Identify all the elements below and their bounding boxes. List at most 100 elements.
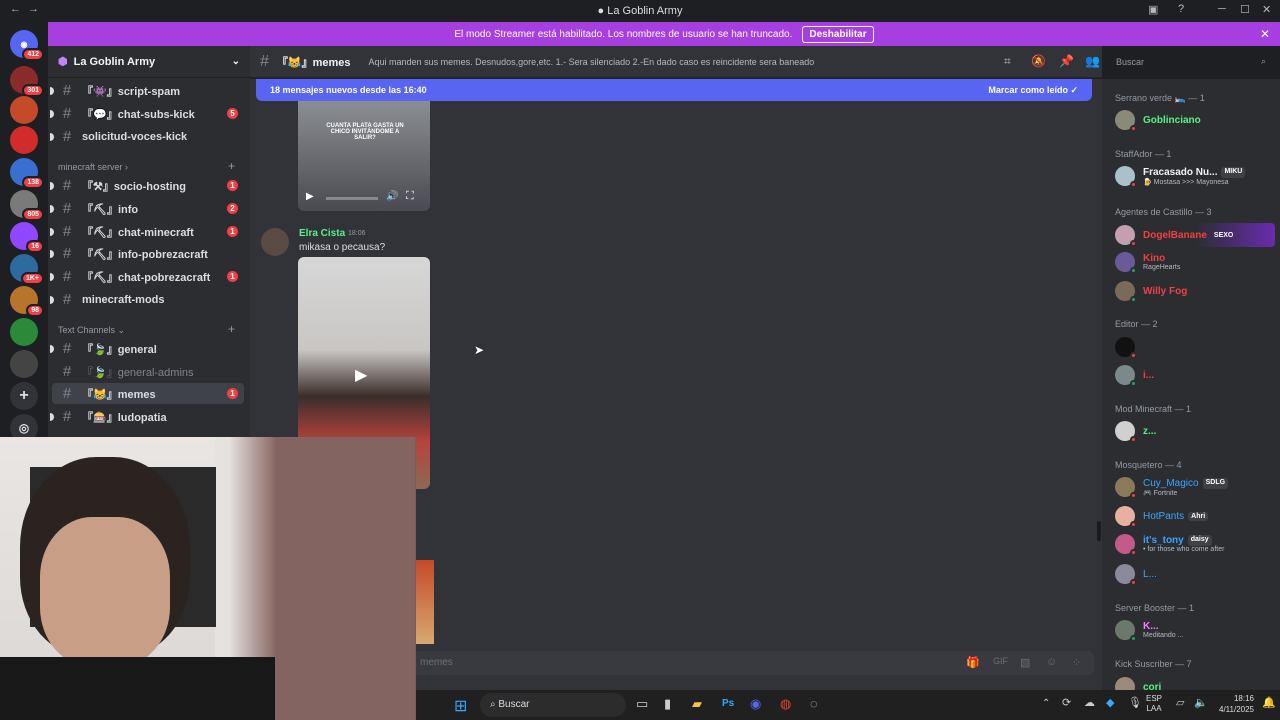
member-item[interactable]: Fracasado Nu... MIKU 🍺 Mostasa >>> Mayones… bbox=[1115, 166, 1246, 188]
microphone-icon[interactable]: 🎙 bbox=[1128, 696, 1142, 709]
member-item[interactable]: it's_tony daisy • for those who come after bbox=[1115, 534, 1224, 556]
volume-icon[interactable]: 🔊 bbox=[386, 191, 398, 202]
channel-item[interactable]: # 『⚒』socio-hosting 1 bbox=[50, 175, 244, 196]
channel-item[interactable]: # 『🍃』general-admins bbox=[52, 361, 244, 382]
threads-icon[interactable]: ⌗ bbox=[1004, 54, 1011, 69]
member-item[interactable]: K... Meditando ... bbox=[1115, 620, 1183, 642]
member-item[interactable]: i... bbox=[1115, 365, 1154, 387]
member-item[interactable]: z... bbox=[1115, 421, 1156, 443]
pin-icon[interactable]: 📌 bbox=[1059, 54, 1074, 68]
mark-as-read-button[interactable]: Marcar como leído ✓ bbox=[988, 85, 1078, 96]
fullscreen-icon[interactable]: ⛶ bbox=[406, 190, 414, 203]
apps-icon[interactable]: ⁘ bbox=[1072, 656, 1081, 669]
member-item[interactable]: Cuy_Magico SDLG 🎮 Fortnite bbox=[1115, 477, 1229, 499]
channel-item[interactable]: # 『⛏』info 2 bbox=[50, 198, 244, 219]
cloud-icon[interactable]: ☁ bbox=[1084, 696, 1095, 709]
direct-messages-icon[interactable]: ◉ 412 bbox=[10, 30, 44, 61]
task-view-icon[interactable]: ▭ bbox=[636, 696, 648, 712]
gif-icon[interactable]: GIF bbox=[993, 656, 1008, 666]
obs-icon[interactable]: ◌ bbox=[810, 696, 818, 711]
channel-item[interactable]: # 『⛏』chat-pobrezacraft 1 bbox=[50, 266, 244, 287]
channel-item[interactable]: # solicitud-voces-kick bbox=[50, 126, 244, 147]
server-icon[interactable] bbox=[10, 96, 38, 124]
app-icon[interactable]: ▮ bbox=[664, 696, 671, 712]
taskbar-search[interactable]: ⌕ Buscar bbox=[480, 693, 626, 717]
member-item[interactable]: L... bbox=[1115, 564, 1157, 586]
chevron-down-icon[interactable]: ⌄ bbox=[232, 56, 240, 67]
sync-icon[interactable]: ⟳ bbox=[1062, 696, 1071, 709]
unread-indicator bbox=[50, 181, 54, 190]
member-item[interactable]: Goblinciano bbox=[1115, 110, 1201, 132]
mention-count: 1 bbox=[227, 180, 238, 191]
server-icon[interactable]: 1K+ bbox=[10, 254, 44, 285]
add-server-icon[interactable]: + bbox=[10, 382, 38, 410]
role-header: StaffAdor — 1 bbox=[1115, 149, 1172, 159]
play-icon[interactable]: ▶ bbox=[306, 191, 314, 202]
maximize-button[interactable]: ☐ bbox=[1240, 3, 1250, 16]
server-icon[interactable]: 138 bbox=[10, 158, 44, 189]
play-icon[interactable]: ▶ bbox=[355, 365, 367, 385]
tray-app-icon[interactable]: ◆ bbox=[1106, 696, 1114, 709]
message-input[interactable]: memes 🎁 GIF ▨ ☺ ⁘ bbox=[412, 651, 1094, 675]
gift-icon[interactable]: 🎁 bbox=[966, 656, 980, 669]
channel-item[interactable]: # 『👾』script-spam bbox=[50, 80, 244, 101]
members-icon[interactable]: 👥 bbox=[1085, 54, 1100, 68]
video-progress-bar[interactable] bbox=[326, 197, 378, 200]
guild-header[interactable]: ⬢ La Goblin Army ⌄ bbox=[48, 46, 250, 78]
title-bar: ← → ● La Goblin Army ▣ ? ─ ☐ ✕ bbox=[0, 0, 1280, 22]
server-icon[interactable] bbox=[10, 350, 38, 378]
minimize-button[interactable]: ─ bbox=[1218, 3, 1226, 15]
channel-item[interactable]: # minecraft-mods bbox=[50, 289, 244, 310]
channel-item-selected[interactable]: # 『😹』memes 1 bbox=[52, 383, 244, 404]
member-item[interactable]: Willy Fog bbox=[1115, 281, 1187, 303]
discord-icon[interactable]: ◉ bbox=[750, 696, 761, 712]
category-header[interactable]: Text Channels ⌄ bbox=[58, 325, 125, 336]
server-icon[interactable]: 98 bbox=[10, 286, 44, 317]
channel-topic[interactable]: Aqui manden sus memes. Desnudos,gore,etc… bbox=[369, 57, 815, 67]
server-icon[interactable] bbox=[10, 318, 38, 346]
message-author[interactable]: Elra Cista bbox=[299, 228, 345, 239]
inbox-icon[interactable]: ▣ bbox=[1148, 3, 1158, 16]
search-input[interactable]: Buscar ⌕ bbox=[1110, 52, 1272, 72]
add-channel-icon[interactable]: + bbox=[228, 159, 235, 173]
avatar[interactable] bbox=[261, 228, 289, 256]
server-icon[interactable]: 301 bbox=[10, 66, 44, 97]
notifications-icon[interactable]: 🔕 bbox=[1031, 54, 1046, 68]
disable-streamer-button[interactable]: Deshabilitar bbox=[802, 25, 874, 43]
windows-start-icon[interactable]: ⊞ bbox=[454, 696, 467, 716]
notification-icon[interactable]: 🔔 bbox=[1262, 696, 1276, 709]
channel-item[interactable]: # 『🎰』ludopatia bbox=[50, 406, 244, 427]
close-icon[interactable]: ✕ bbox=[1260, 27, 1270, 41]
category-header[interactable]: minecraft server › bbox=[58, 162, 128, 172]
status-icon bbox=[1130, 635, 1137, 642]
emoji-icon[interactable]: ☺ bbox=[1046, 656, 1057, 668]
server-icon[interactable] bbox=[10, 126, 38, 154]
channel-item[interactable]: # 『💬』chat-subs-kick 5 bbox=[50, 103, 244, 124]
new-messages-bar[interactable]: 18 mensajes nuevos desde las 16:40 Marca… bbox=[256, 79, 1092, 101]
channel-item[interactable]: # 『⛏』info-pobrezacraft bbox=[50, 243, 244, 264]
add-channel-icon[interactable]: + bbox=[228, 322, 235, 336]
member-item[interactable]: DogelBanane SEXO bbox=[1115, 223, 1275, 247]
close-button[interactable]: ✕ bbox=[1262, 3, 1271, 16]
chevron-up-icon[interactable]: ⌃ bbox=[1042, 698, 1050, 709]
member-item[interactable] bbox=[1115, 337, 1143, 359]
channel-item[interactable]: # 『⛏』chat-minecraft 1 bbox=[50, 221, 244, 242]
network-icon[interactable]: ▱ bbox=[1176, 696, 1184, 709]
server-icon[interactable]: 805 bbox=[10, 190, 44, 221]
video-attachment[interactable]: CUANTA PLATA GASTA UN CHICO INVITÁNDOME … bbox=[298, 101, 430, 211]
status-icon bbox=[1130, 296, 1137, 303]
channel-item[interactable]: # 『🍃』general bbox=[50, 338, 244, 359]
member-item[interactable]: Kino RageHearts bbox=[1115, 252, 1180, 274]
sticker-icon[interactable]: ▨ bbox=[1020, 656, 1030, 669]
clock[interactable]: 18:16 4/11/2025 bbox=[1214, 693, 1254, 715]
language-indicator[interactable]: ESP LAA bbox=[1146, 694, 1162, 714]
file-explorer-icon[interactable]: ▰ bbox=[692, 696, 702, 712]
chrome-icon[interactable]: ◍ bbox=[780, 696, 791, 712]
twitch-server-icon[interactable]: 16 bbox=[10, 222, 44, 253]
photoshop-icon[interactable]: Ps bbox=[722, 698, 734, 709]
help-icon[interactable]: ? bbox=[1178, 3, 1184, 15]
scrollbar[interactable] bbox=[1097, 521, 1101, 541]
member-item[interactable]: HotPants Ahri bbox=[1115, 506, 1209, 528]
volume-icon[interactable]: 🔈 bbox=[1194, 696, 1208, 709]
image-attachment-partial[interactable] bbox=[416, 560, 434, 644]
